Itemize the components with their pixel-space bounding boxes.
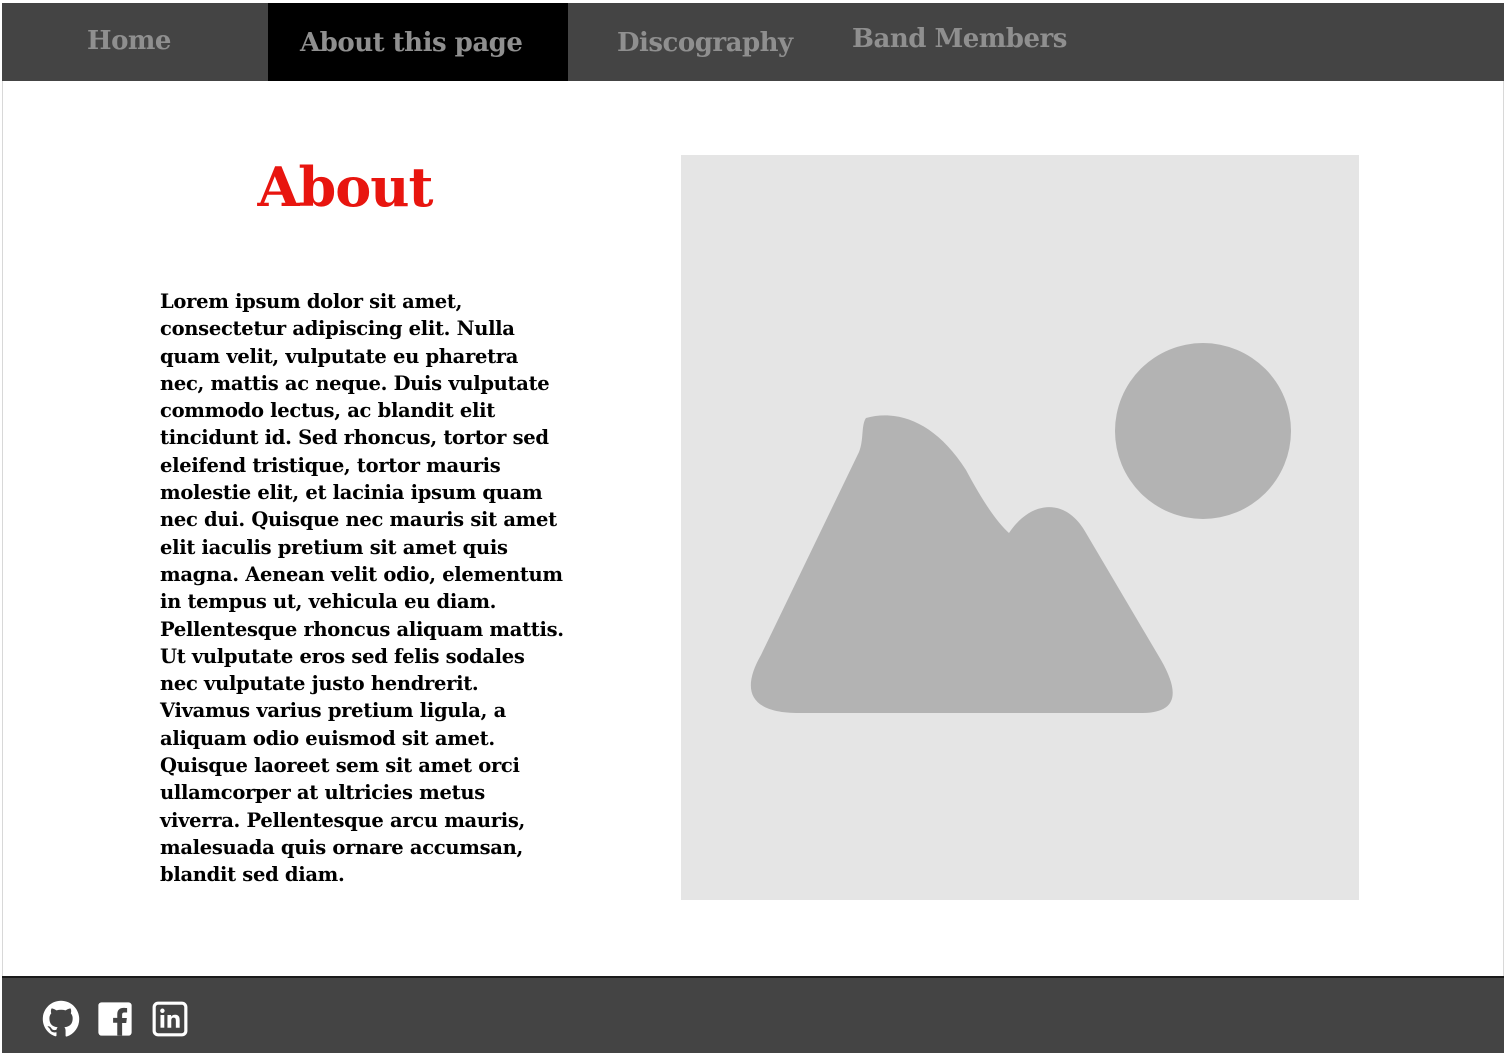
image-placeholder: [681, 155, 1359, 900]
nav-discography-label: Discography: [617, 28, 793, 58]
footer-bar: [2, 976, 1504, 1053]
nav-band-members-label: Band Members: [852, 24, 1067, 54]
top-navbar: Home About this page Discography Band Me…: [2, 3, 1504, 81]
nav-home-link[interactable]: Home: [2, 3, 268, 81]
github-icon[interactable]: [42, 1000, 80, 1038]
nav-about-link[interactable]: About this page: [268, 3, 568, 81]
facebook-icon[interactable]: [96, 1000, 134, 1038]
image-placeholder-icon: [750, 343, 1291, 713]
about-body-text: Lorem ipsum dolor sit amet, consectetur …: [160, 290, 564, 887]
nav-band-members-link[interactable]: Band Members: [836, 3, 1116, 81]
nav-home-label: Home: [87, 26, 171, 56]
page-title: About: [257, 155, 434, 219]
nav-discography-link[interactable]: Discography: [568, 3, 836, 81]
linkedin-icon[interactable]: [151, 1000, 189, 1038]
nav-about-label: About this page: [300, 28, 523, 58]
